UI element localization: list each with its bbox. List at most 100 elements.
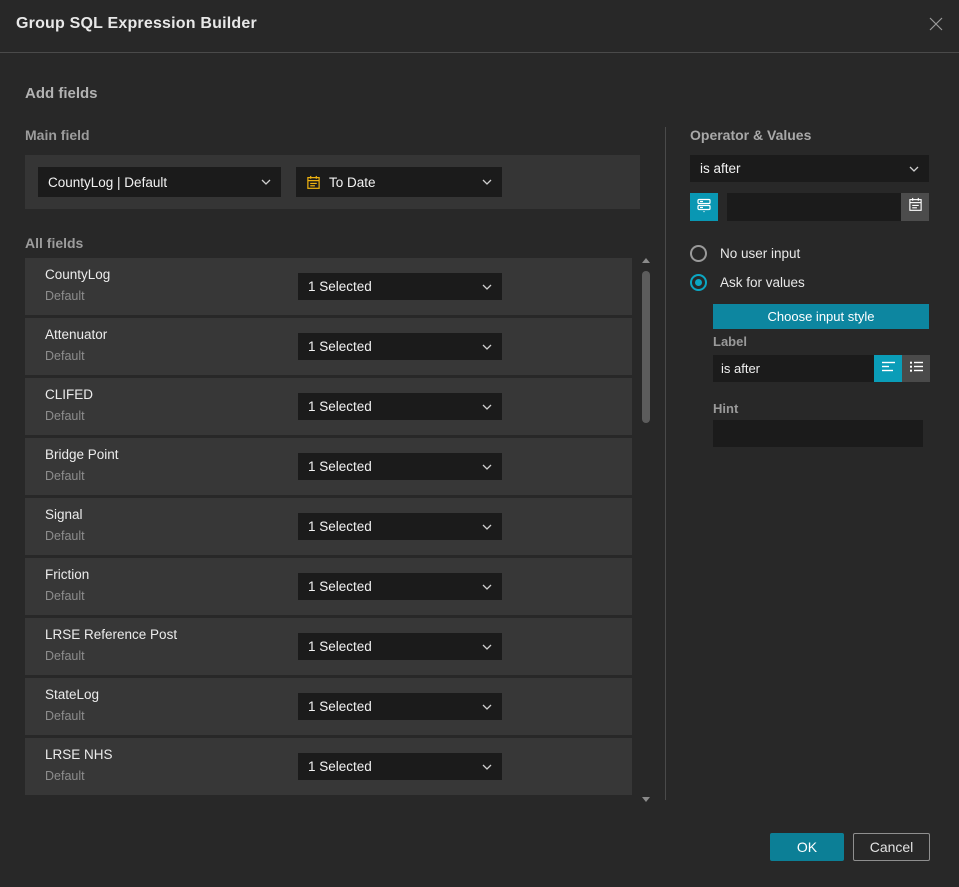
field-sublabel: Default: [45, 529, 85, 543]
field-sublabel: Default: [45, 649, 85, 663]
list-scrollbar[interactable]: [642, 256, 650, 804]
scroll-up-icon[interactable]: [642, 258, 650, 263]
dialog-title: Group SQL Expression Builder: [16, 15, 257, 32]
field-row-lrse-reference-post: LRSE Reference Post Default 1 Selected: [25, 618, 632, 675]
field-name: Signal: [45, 507, 83, 522]
chevron-down-icon: [482, 764, 492, 770]
chevron-down-icon: [482, 524, 492, 530]
field-row-lrse-nhs: LRSE NHS Default 1 Selected: [25, 738, 632, 795]
align-left-icon: [881, 360, 896, 378]
scroll-down-icon[interactable]: [642, 797, 650, 802]
cancel-button[interactable]: Cancel: [853, 833, 930, 861]
field-selection-value: 1 Selected: [308, 639, 372, 654]
label-input-row: [713, 355, 930, 382]
main-field-panel: CountyLog | Default To Date: [25, 155, 640, 209]
chevron-down-icon: [261, 179, 271, 185]
hint-caption: Hint: [713, 401, 739, 416]
value-input[interactable]: [727, 193, 901, 221]
field-name: LRSE NHS: [45, 747, 113, 762]
date-picker-button[interactable]: [901, 193, 929, 221]
field-name: CLIFED: [45, 387, 94, 402]
hint-input[interactable]: [713, 420, 923, 447]
add-fields-heading: Add fields: [25, 85, 98, 102]
field-name: Bridge Point: [45, 447, 119, 462]
field-sublabel: Default: [45, 469, 85, 483]
field-name: StateLog: [45, 687, 100, 702]
field-sublabel: Default: [45, 349, 85, 363]
field-selection-value: 1 Selected: [308, 759, 372, 774]
main-field-select[interactable]: CountyLog | Default: [38, 167, 281, 197]
field-row-signal: Signal Default 1 Selected: [25, 498, 632, 555]
main-field-label: Main field: [25, 127, 90, 143]
field-row-clifed: CLIFED Default 1 Selected: [25, 378, 632, 435]
field-selection-value: 1 Selected: [308, 399, 372, 414]
radio-ask-for-values-label: Ask for values: [720, 275, 805, 290]
operator-values-title: Operator & Values: [690, 127, 812, 143]
all-fields-label: All fields: [25, 235, 84, 251]
chevron-down-icon: [482, 344, 492, 350]
chevron-down-icon: [482, 644, 492, 650]
label-input[interactable]: [713, 355, 874, 382]
field-name: Attenuator: [45, 327, 108, 342]
main-field-select-value: CountyLog | Default: [48, 174, 168, 190]
field-selection-value: 1 Selected: [308, 579, 372, 594]
chevron-down-icon: [482, 404, 492, 410]
field-selection-value: 1 Selected: [308, 459, 372, 474]
operator-values-panel: Operator & Values is after No user input…: [690, 127, 930, 807]
field-name: Friction: [45, 567, 90, 582]
chevron-down-icon: [482, 584, 492, 590]
radio-ask-for-values[interactable]: Ask for values: [690, 274, 805, 291]
ok-button[interactable]: OK: [770, 833, 844, 861]
all-fields-list: CountyLog Default 1 Selected Attenuator …: [25, 258, 632, 798]
close-icon: [927, 15, 945, 38]
label-caption: Label: [713, 334, 747, 349]
field-sublabel: Default: [45, 589, 85, 603]
value-input-row: [690, 193, 929, 221]
field-selection-select[interactable]: 1 Selected: [298, 573, 502, 600]
field-row-statelog: StateLog Default 1 Selected: [25, 678, 632, 735]
field-selection-value: 1 Selected: [308, 699, 372, 714]
field-name: CountyLog: [45, 267, 111, 282]
vertical-divider: [665, 127, 666, 800]
scrollbar-thumb[interactable]: [642, 271, 650, 423]
field-selection-value: 1 Selected: [308, 339, 372, 354]
radio-no-user-input[interactable]: No user input: [690, 245, 800, 262]
chevron-down-icon: [909, 166, 919, 172]
operator-select[interactable]: is after: [690, 155, 929, 182]
set-from-field-button[interactable]: [690, 193, 718, 221]
close-button[interactable]: [926, 16, 946, 36]
calendar-icon: [306, 175, 321, 190]
field-sublabel: Default: [45, 769, 85, 783]
input-style-textbox-button[interactable]: [874, 355, 902, 382]
field-selection-select[interactable]: 1 Selected: [298, 393, 502, 420]
chevron-down-icon: [482, 179, 492, 185]
field-row-friction: Friction Default 1 Selected: [25, 558, 632, 615]
dialog-header: Group SQL Expression Builder: [0, 0, 959, 53]
field-list-icon: [696, 197, 712, 218]
field-sublabel: Default: [45, 289, 85, 303]
bullet-list-icon: [909, 360, 924, 378]
operator-select-value: is after: [700, 161, 741, 176]
chevron-down-icon: [482, 284, 492, 290]
field-sublabel: Default: [45, 709, 85, 723]
radio-no-user-input-label: No user input: [720, 246, 801, 261]
field-selection-select[interactable]: 1 Selected: [298, 633, 502, 660]
field-selection-select[interactable]: 1 Selected: [298, 753, 502, 780]
field-row-bridge-point: Bridge Point Default 1 Selected: [25, 438, 632, 495]
field-sublabel: Default: [45, 409, 85, 423]
calendar-icon: [908, 197, 923, 217]
chevron-down-icon: [482, 464, 492, 470]
field-selection-select[interactable]: 1 Selected: [298, 273, 502, 300]
input-style-list-button[interactable]: [902, 355, 930, 382]
chevron-down-icon: [482, 704, 492, 710]
choose-input-style-button[interactable]: Choose input style: [713, 304, 929, 329]
field-selection-select[interactable]: 1 Selected: [298, 333, 502, 360]
field-selection-select[interactable]: 1 Selected: [298, 453, 502, 480]
field-selection-value: 1 Selected: [308, 279, 372, 294]
date-type-select[interactable]: To Date: [296, 167, 502, 197]
date-type-select-value: To Date: [329, 174, 376, 190]
field-selection-select[interactable]: 1 Selected: [298, 513, 502, 540]
field-selection-value: 1 Selected: [308, 519, 372, 534]
field-selection-select[interactable]: 1 Selected: [298, 693, 502, 720]
radio-icon: [690, 274, 707, 291]
